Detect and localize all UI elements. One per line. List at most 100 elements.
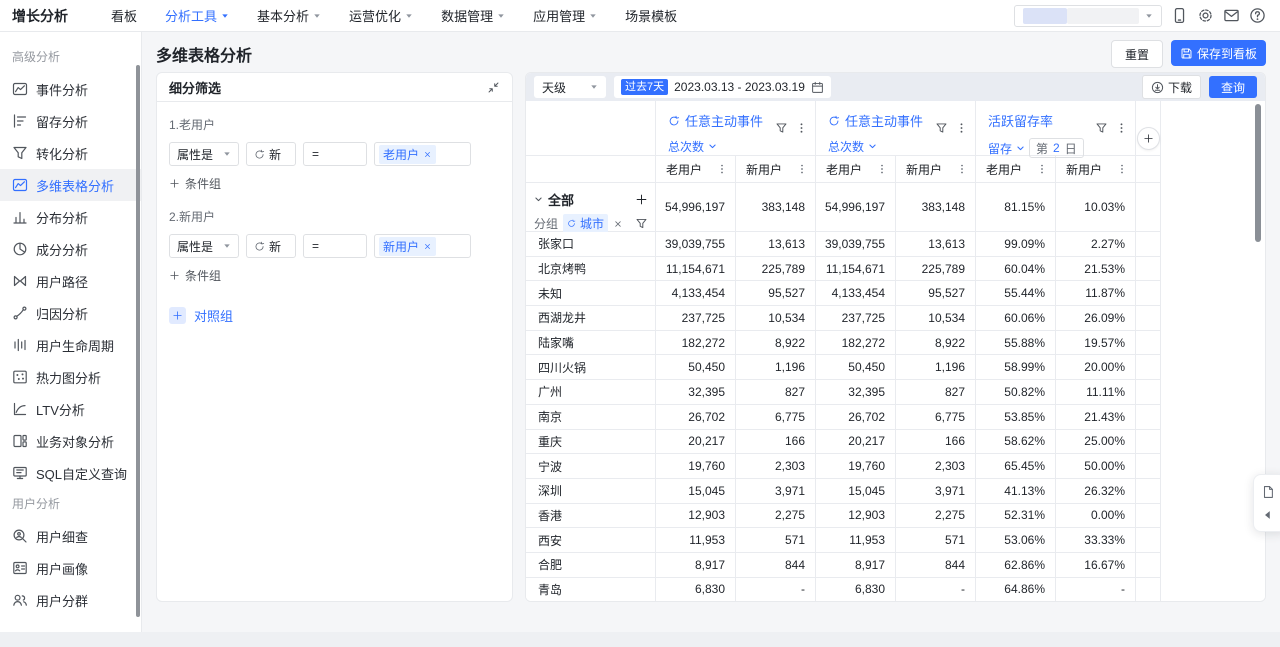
sidebar-item-多维表格分析[interactable]: 多维表格分析 — [0, 169, 141, 201]
save-button-label: 保存到看板 — [1197, 45, 1257, 62]
sidebar-item-成分分析[interactable]: 成分分析 — [0, 233, 141, 265]
mail-icon[interactable] — [1223, 7, 1240, 24]
date-range-picker[interactable]: 过去7天 2023.03.13 - 2023.03.19 — [614, 76, 831, 98]
field-select[interactable]: 新 — [246, 142, 296, 166]
kebab-menu-icon[interactable] — [1036, 163, 1048, 175]
sidebar-item-留存分析[interactable]: 留存分析 — [0, 105, 141, 137]
retention-day-box[interactable]: 第2日 — [1029, 138, 1084, 158]
row-label: 合肥 — [526, 553, 656, 578]
sidebar-item-LTV分析[interactable]: LTV分析 — [0, 393, 141, 425]
kebab-menu-icon[interactable] — [796, 163, 808, 175]
cell-value: 15,045 — [656, 479, 736, 504]
cell-value: 10,534 — [736, 306, 816, 331]
value-input[interactable]: 新用户 — [374, 234, 471, 258]
nav-item-基本分析[interactable]: 基本分析 — [257, 6, 321, 25]
cell-value: 6,830 — [656, 578, 736, 602]
sidebar-scrollbar[interactable] — [136, 65, 140, 617]
collapse-left-icon[interactable] — [1261, 508, 1275, 522]
workspace-redacted-block — [1023, 8, 1067, 24]
kebab-menu-icon[interactable] — [795, 122, 808, 135]
table-scrollbar[interactable] — [1255, 104, 1261, 242]
property-select[interactable]: 属性是 — [169, 142, 239, 166]
group-metric[interactable]: 留存第2日 — [988, 138, 1127, 158]
close-icon[interactable] — [423, 150, 432, 159]
close-icon[interactable] — [613, 219, 623, 229]
granularity-select[interactable]: 天级 — [534, 76, 606, 98]
nav-item-数据管理[interactable]: 数据管理 — [441, 6, 505, 25]
add-condition-group[interactable]: 条件组 — [169, 267, 500, 284]
plus-icon — [169, 307, 186, 324]
cell-value: 95,527 — [896, 281, 976, 306]
filter-funnel-icon[interactable] — [935, 122, 948, 135]
add-condition-group[interactable]: 条件组 — [169, 175, 500, 192]
filter-funnel-icon[interactable] — [635, 217, 648, 230]
operator-select[interactable]: = — [303, 142, 367, 166]
document-icon[interactable] — [1261, 485, 1275, 499]
sidebar-item-用户分群[interactable]: 用户分群 — [0, 584, 141, 616]
field-select-value: 新 — [269, 146, 281, 163]
nav-item-分析工具[interactable]: 分析工具 — [165, 6, 229, 25]
add-column-button[interactable] — [1137, 127, 1160, 150]
sidebar-item-用户生命周期[interactable]: 用户生命周期 — [0, 329, 141, 361]
sidebar-item-SQL自定义查询[interactable]: SQL自定义查询 — [0, 457, 141, 489]
sidebar-item-事件分析[interactable]: 事件分析 — [0, 73, 141, 105]
distribution-analysis-icon — [12, 209, 28, 225]
sidebar-item-业务对象分析[interactable]: 业务对象分析 — [0, 425, 141, 457]
download-label: 下载 — [1168, 79, 1192, 96]
sidebar-item-热力图分析[interactable]: 热力图分析 — [0, 361, 141, 393]
kebab-menu-icon[interactable] — [955, 122, 968, 135]
chevron-down-icon[interactable] — [534, 195, 543, 204]
group-metric[interactable]: 总次数 — [668, 138, 807, 155]
sidebar-item-label: 热力图分析 — [36, 368, 101, 387]
query-button[interactable]: 查询 — [1209, 76, 1257, 98]
sidebar-item-分布分析[interactable]: 分布分析 — [0, 201, 141, 233]
nav-item-场景模板[interactable]: 场景模板 — [625, 6, 677, 25]
sidebar-item-用户细查[interactable]: 用户细查 — [0, 520, 141, 552]
group-metric[interactable]: 总次数 — [828, 138, 967, 155]
cell-value: - — [1056, 578, 1136, 602]
filter-funnel-icon[interactable] — [1095, 122, 1108, 135]
column-group-1[interactable]: 任意主动事件总次数 — [816, 101, 976, 156]
kebab-menu-icon[interactable] — [716, 163, 728, 175]
date-range-value: 2023.03.13 - 2023.03.19 — [674, 80, 805, 94]
reset-button[interactable]: 重置 — [1111, 40, 1163, 68]
table-row: 青岛6,830-6,830-64.86%- — [526, 578, 1265, 602]
grouping-tag[interactable]: 城市 — [563, 214, 608, 233]
sidebar-item-用户画像[interactable]: 用户画像 — [0, 552, 141, 584]
add-compare-group[interactable]: 对照组 — [169, 306, 500, 325]
sidebar-item-用户路径[interactable]: 用户路径 — [0, 265, 141, 297]
row-plus-spacer — [1136, 232, 1161, 257]
nav-item-label: 分析工具 — [165, 6, 217, 25]
mobile-icon[interactable] — [1171, 7, 1188, 24]
kebab-menu-icon[interactable] — [1115, 122, 1128, 135]
kebab-menu-icon[interactable] — [876, 163, 888, 175]
column-group-2[interactable]: 活跃留存率留存第2日 — [976, 101, 1136, 156]
business-object-icon — [12, 433, 28, 449]
nav-item-应用管理[interactable]: 应用管理 — [533, 6, 597, 25]
value-input[interactable]: 老用户 — [374, 142, 471, 166]
download-button[interactable]: 下载 — [1142, 75, 1201, 99]
workspace-select[interactable] — [1014, 5, 1162, 27]
gear-icon[interactable] — [1197, 7, 1214, 24]
add-group-icon[interactable] — [635, 193, 648, 206]
heatmap-analysis-icon — [12, 369, 28, 385]
help-icon[interactable] — [1249, 7, 1266, 24]
kebab-menu-icon[interactable] — [1116, 163, 1128, 175]
close-icon[interactable] — [423, 242, 432, 251]
kebab-menu-icon[interactable] — [956, 163, 968, 175]
operator-select[interactable]: = — [303, 234, 367, 258]
nav-item-看板[interactable]: 看板 — [111, 6, 137, 25]
collapse-panel-icon[interactable] — [487, 81, 500, 94]
column-group-0[interactable]: 任意主动事件总次数 — [656, 101, 816, 156]
property-select[interactable]: 属性是 — [169, 234, 239, 258]
sidebar-item-归因分析[interactable]: 归因分析 — [0, 297, 141, 329]
grouping-tag-text: 城市 — [580, 215, 604, 232]
field-select[interactable]: 新 — [246, 234, 296, 258]
save-to-dashboard-button[interactable]: 保存到看板 — [1171, 40, 1266, 66]
filter-funnel-icon[interactable] — [775, 122, 788, 135]
cell-value: 32,395 — [816, 380, 896, 405]
filter-condition-row: 属性是新 = 新用户 — [169, 234, 500, 258]
nav-item-运营优化[interactable]: 运营优化 — [349, 6, 413, 25]
sidebar-item-转化分析[interactable]: 转化分析 — [0, 137, 141, 169]
retention-analysis-icon — [12, 113, 28, 129]
